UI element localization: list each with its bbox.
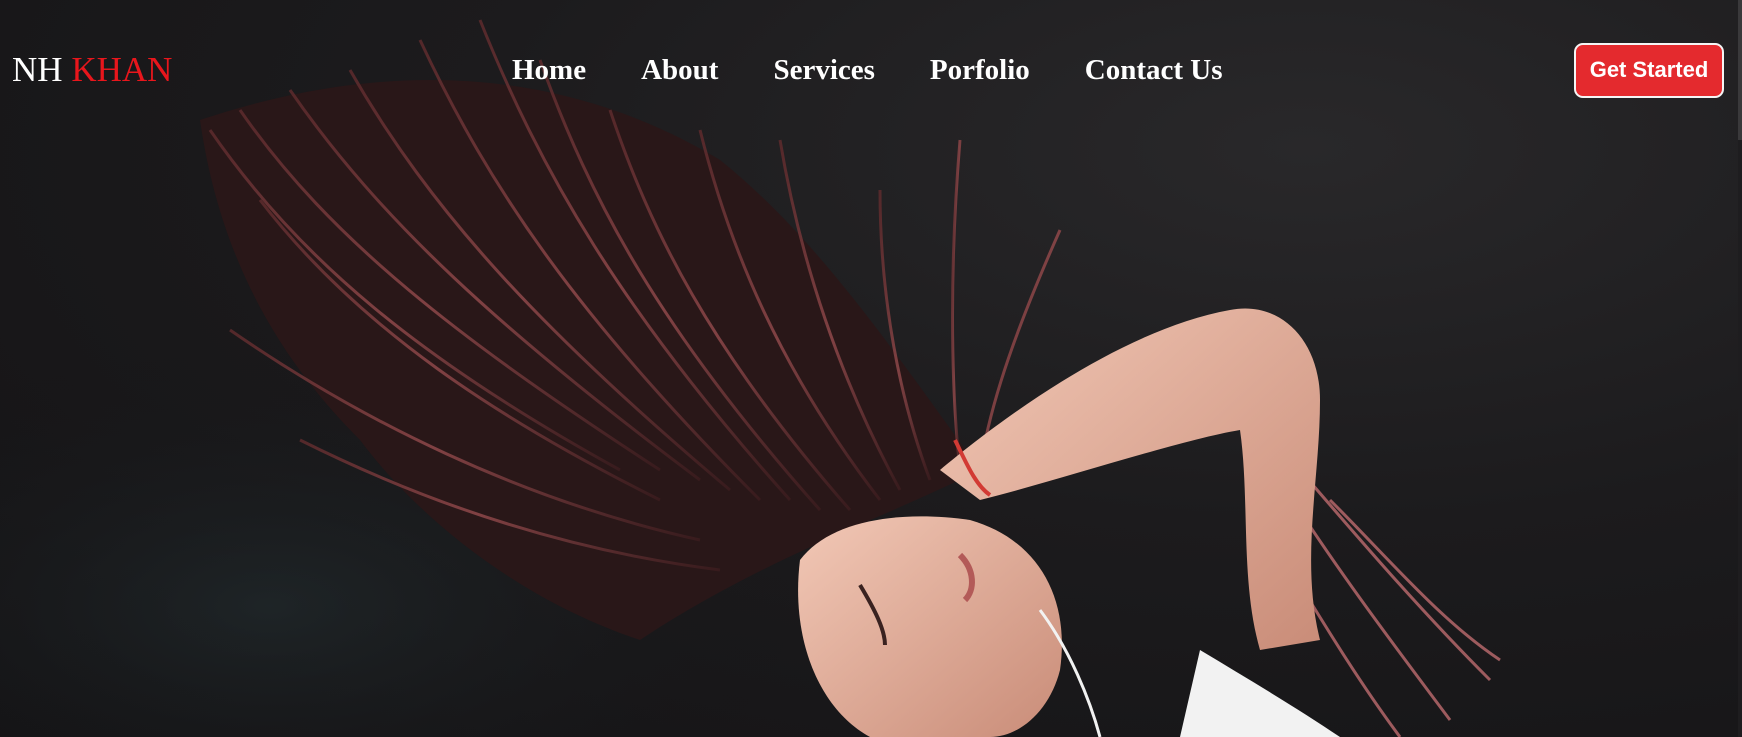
brand-logo-first: NH: [12, 50, 63, 89]
main-nav: Home About Services Porfolio Contact Us: [512, 50, 1223, 90]
nav-item-home: Home: [512, 50, 586, 90]
nav-link-home[interactable]: Home: [512, 54, 586, 86]
nav-item-portfolio: Porfolio: [930, 50, 1030, 90]
nav-link-services[interactable]: Services: [773, 54, 874, 86]
get-started-button[interactable]: Get Started: [1574, 43, 1724, 98]
brand-logo[interactable]: NH KHAN: [12, 48, 172, 92]
scrollbar-track[interactable]: [1738, 0, 1742, 737]
nav-link-portfolio[interactable]: Porfolio: [930, 54, 1030, 86]
nav-link-about[interactable]: About: [641, 54, 718, 86]
nav-item-about: About: [641, 50, 718, 90]
scrollbar-thumb[interactable]: [1738, 0, 1742, 140]
brand-logo-second: KHAN: [71, 50, 173, 89]
nav-item-services: Services: [773, 50, 874, 90]
top-navbar: NH KHAN Home About Services Porfolio Con…: [0, 0, 1742, 140]
nav-item-contact: Contact Us: [1085, 50, 1223, 90]
nav-link-contact[interactable]: Contact Us: [1085, 54, 1223, 86]
landing-page: NH KHAN Home About Services Porfolio Con…: [0, 0, 1742, 737]
